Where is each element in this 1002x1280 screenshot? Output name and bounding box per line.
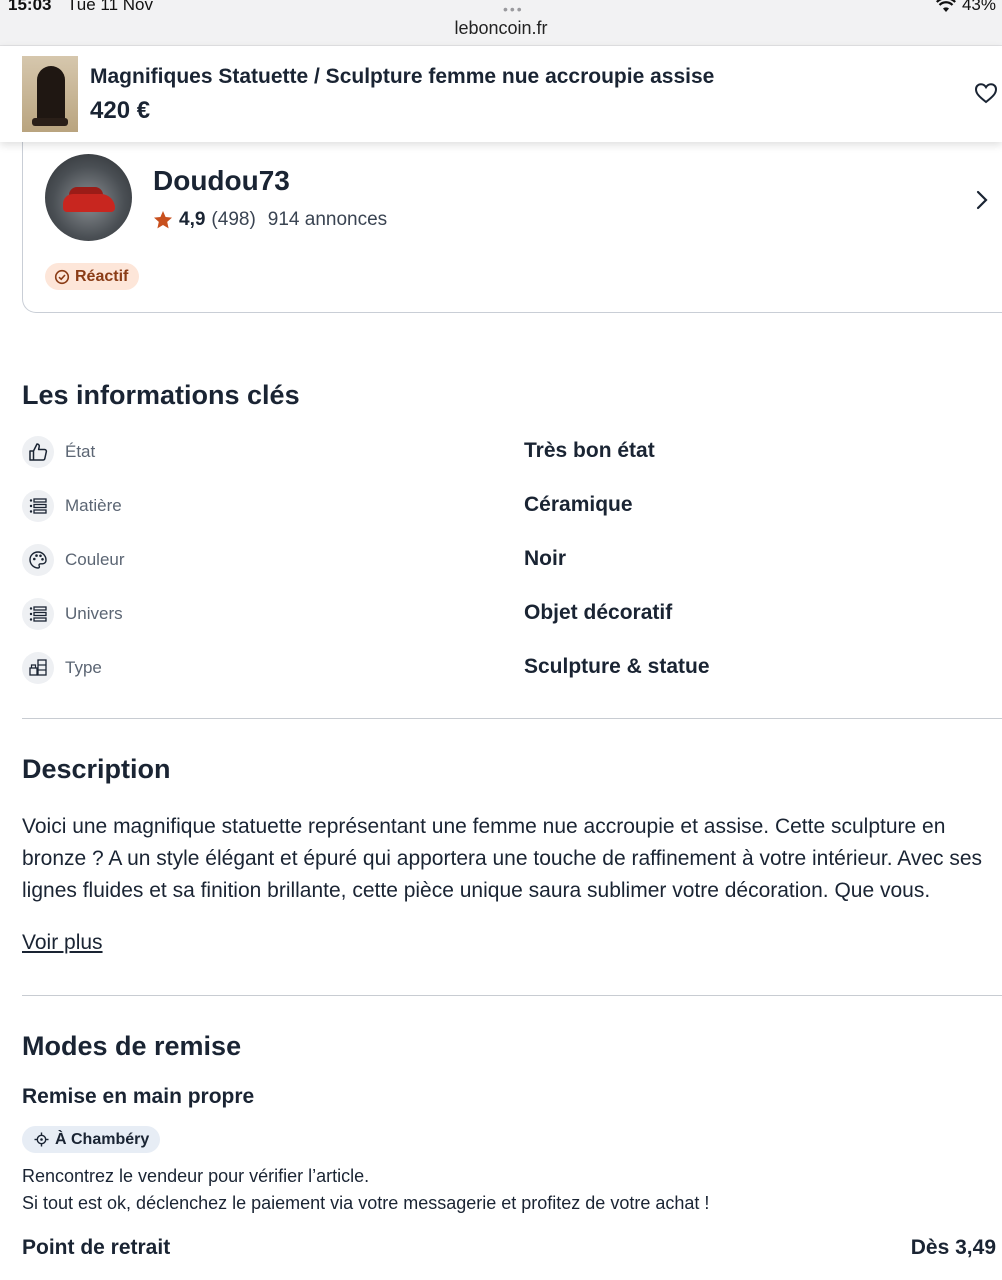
pickup-point-title: Point de retrait xyxy=(22,1236,171,1259)
browser-status-bar: 15:03 Tue 11 Nov ••• 43% leboncoin.fr xyxy=(0,0,1002,46)
ad-title: Magnifiques Statuette / Sculpture femme … xyxy=(90,65,715,88)
chat-check-icon xyxy=(54,269,70,284)
seller-ads-count: 914 annonces xyxy=(267,209,388,230)
section-divider xyxy=(22,718,1002,719)
key-info-value: Céramique xyxy=(524,493,633,516)
key-info-row-couleur: Couleur Noir xyxy=(22,544,1002,578)
seller-name: Doudou73 xyxy=(153,165,290,196)
reactive-badge: Réactif xyxy=(45,263,140,290)
chevron-right-icon[interactable] xyxy=(975,189,989,211)
key-info-label: État xyxy=(65,442,96,461)
key-info-value: Noir xyxy=(524,547,566,570)
key-info-label: Univers xyxy=(65,604,123,623)
see-more-link[interactable]: Voir plus xyxy=(22,931,103,955)
list-icon xyxy=(22,490,54,522)
more-dots-icon[interactable]: ••• xyxy=(503,1,524,17)
location-pill: À Chambéry xyxy=(22,1126,161,1153)
key-info-value: Sculpture & statue xyxy=(524,655,710,678)
key-info-row-type: Type Sculpture & statue xyxy=(22,652,1002,686)
list-icon xyxy=(22,598,54,630)
furniture-icon xyxy=(22,652,54,684)
status-right: 43% xyxy=(935,0,996,15)
key-info-label: Matière xyxy=(65,496,122,515)
delivery-title: Modes de remise xyxy=(22,1031,242,1061)
key-info-label: Type xyxy=(65,658,102,677)
url-bar[interactable]: leboncoin.fr xyxy=(0,18,1002,39)
badge-label: Réactif xyxy=(75,267,129,285)
palette-icon xyxy=(22,544,54,576)
description-title: Description xyxy=(22,754,171,784)
wifi-icon xyxy=(935,0,956,12)
hand-delivery-text-2: Si tout est ok, déclenchez le paiement v… xyxy=(22,1193,710,1213)
rating-score: 4,9 xyxy=(179,209,206,230)
location-label: À Chambéry xyxy=(55,1130,150,1148)
ad-thumbnail[interactable] xyxy=(22,56,78,132)
location-target-icon xyxy=(34,1132,49,1147)
seller-card[interactable]: Doudou73 4,9 (498) 914 annonces Réactif xyxy=(22,132,1002,313)
seller-rating: 4,9 (498) 914 annonces xyxy=(153,209,387,231)
rating-count: (498) xyxy=(211,209,256,230)
favorite-heart-icon[interactable] xyxy=(974,82,998,104)
hand-delivery-text-1: Rencontrez le vendeur pour vérifier l’ar… xyxy=(22,1166,370,1186)
hand-delivery-title: Remise en main propre xyxy=(22,1085,255,1108)
key-info-row-univers: Univers Objet décoratif xyxy=(22,598,1002,632)
seller-avatar xyxy=(45,154,132,241)
status-time: 15:03 xyxy=(8,0,52,14)
pickup-point-price: Dès 3,49 xyxy=(910,1236,996,1259)
status-date: Tue 11 Nov xyxy=(67,0,153,14)
battery-level: 43% xyxy=(961,0,996,14)
thumbs-up-icon xyxy=(22,436,54,468)
description-text: Voici une magnifique statuette représent… xyxy=(22,815,983,902)
section-divider xyxy=(22,995,1002,996)
ad-price: 420 € xyxy=(90,97,151,124)
key-info-title: Les informations clés xyxy=(22,380,300,410)
sticky-ad-header: Magnifiques Statuette / Sculpture femme … xyxy=(0,46,1002,142)
key-info-label: Couleur xyxy=(65,550,125,569)
key-info-row-etat: État Très bon état xyxy=(22,436,1002,470)
star-icon xyxy=(154,211,172,229)
key-info-value: Objet décoratif xyxy=(524,601,673,624)
key-info-row-matiere: Matière Céramique xyxy=(22,490,1002,524)
key-info-value: Très bon état xyxy=(524,439,655,462)
